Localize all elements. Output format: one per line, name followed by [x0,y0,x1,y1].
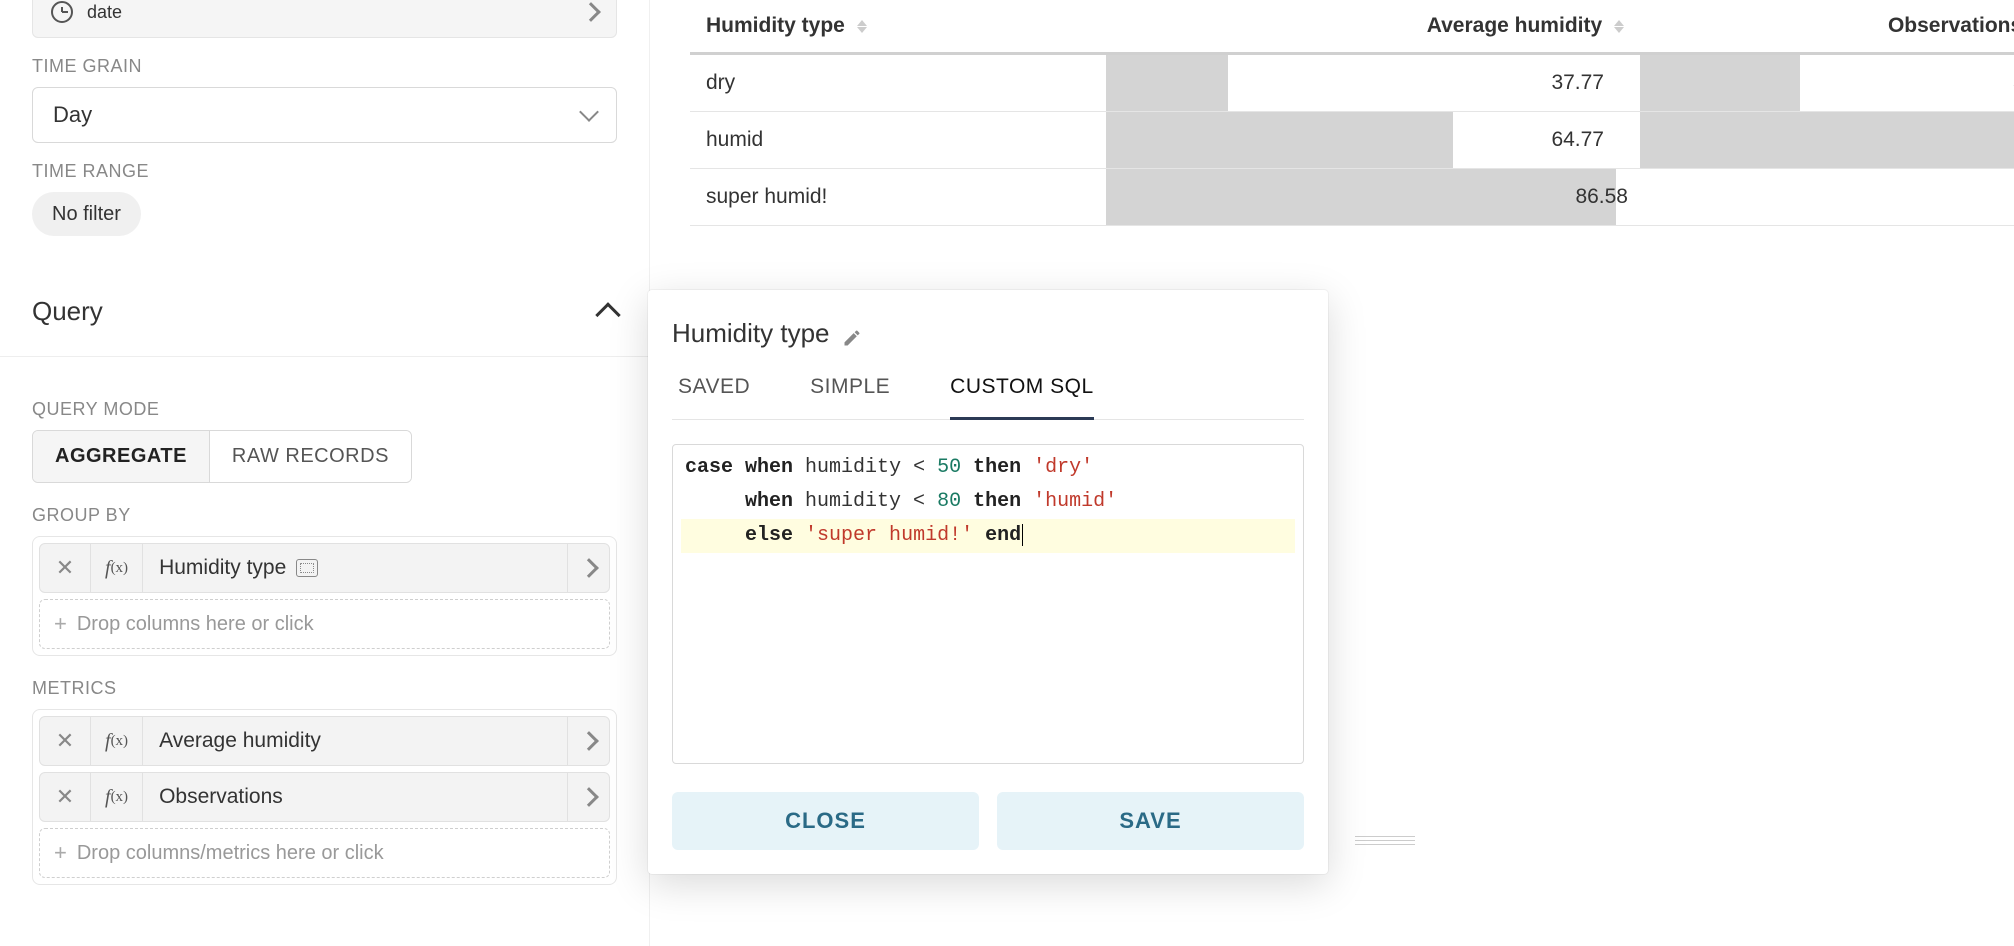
cell-type: dry [690,55,1106,111]
table-row: super humid!86.58174 [690,169,2014,226]
chip-expand[interactable] [567,717,609,765]
popover-actions: CLOSE SAVE [672,792,1304,850]
col-header-type[interactable]: Humidity type [690,0,1106,54]
metrics-list: ✕ f(x) Average humidity ✕ f(x) Observati… [32,709,617,885]
cell-obs: 357 [1640,55,2014,111]
metric-chip-label: Observations [159,785,283,809]
remove-icon[interactable]: ✕ [40,784,90,810]
time-grain-value: Day [53,102,92,128]
time-range-label: TIME RANGE [32,161,617,182]
chip-expand[interactable] [567,544,609,592]
query-mode-toggle: AGGREGATE RAW RECORDS [32,430,412,483]
popover-tabs: SAVED SIMPLE CUSTOM SQL [672,375,1304,420]
time-column-value: date [87,2,122,23]
col-header-avg[interactable]: Average humidity [1106,0,1640,54]
sql-editor[interactable]: case when humidity < 50 then 'dry' when … [672,444,1304,764]
group-by-placeholder: Drop columns here or click [77,613,314,636]
metrics-label: METRICS [32,678,617,699]
popover-title: Humidity type [672,318,830,349]
query-panel-title: Query [32,296,103,327]
chevron-right-icon [581,2,601,22]
fx-icon: f(x) [90,773,143,821]
config-sidebar: date TIME GRAIN Day TIME RANGE No filter… [0,0,650,946]
chevron-up-icon [595,302,620,327]
group-by-dropzone[interactable]: + Drop columns here or click [39,599,610,649]
cell-type: humid [690,112,1106,168]
column-editor-popover: Humidity type SAVED SIMPLE CUSTOM SQL ca… [648,290,1328,874]
chevron-down-icon [579,102,599,122]
plus-icon: + [54,840,67,866]
cell-avg: 37.77 [1106,55,1640,111]
query-mode-aggregate[interactable]: AGGREGATE [33,431,209,482]
plus-icon: + [54,611,67,637]
metrics-placeholder: Drop columns/metrics here or click [77,842,384,865]
col-header-obs[interactable]: Observations [1640,0,2014,54]
group-by-chip-label: Humidity type [159,556,286,580]
remove-icon[interactable]: ✕ [40,728,90,754]
group-by-list: ✕ f(x) Humidity type + Drop columns here… [32,536,617,656]
query-mode-raw[interactable]: RAW RECORDS [209,431,411,482]
table-header-row: Humidity type Average humidity Observati… [690,0,2014,54]
remove-icon[interactable]: ✕ [40,555,90,581]
clock-icon [51,1,73,23]
query-panel-header[interactable]: Query [32,266,617,356]
tab-custom-sql[interactable]: CUSTOM SQL [950,375,1093,420]
tab-simple[interactable]: SIMPLE [810,375,890,419]
tab-saved[interactable]: SAVED [678,375,750,419]
results-table: Humidity type Average humidity Observati… [690,0,2014,226]
query-mode-label: QUERY MODE [32,399,617,420]
metric-chip-label: Average humidity [159,729,321,753]
cell-avg: 86.58 [1106,169,1640,225]
chip-expand[interactable] [567,773,609,821]
metrics-dropzone[interactable]: + Drop columns/metrics here or click [39,828,610,878]
time-grain-label: TIME GRAIN [32,56,617,77]
sort-icon [1614,20,1624,33]
metric-chip[interactable]: ✕ f(x) Observations [39,772,610,822]
time-column-field[interactable]: date [32,0,617,38]
group-by-label: GROUP BY [32,505,617,526]
cell-type: super humid! [690,169,1106,225]
group-by-chip[interactable]: ✕ f(x) Humidity type [39,543,610,593]
sort-icon [857,20,867,33]
fx-icon: f(x) [90,544,143,592]
time-grain-select[interactable]: Day [32,87,617,143]
close-button[interactable]: CLOSE [672,792,979,850]
time-range-value: No filter [52,203,121,226]
cell-obs: 931 [1640,112,2014,168]
resize-handle-icon[interactable] [1350,832,1420,848]
time-range-pill[interactable]: No filter [32,192,141,236]
cell-obs: 174 [1640,169,2014,225]
calc-badge-icon [296,559,318,577]
save-button[interactable]: SAVE [997,792,1304,850]
metric-chip[interactable]: ✕ f(x) Average humidity [39,716,610,766]
table-row: dry37.77357 [690,54,2014,112]
cell-avg: 64.77 [1106,112,1640,168]
table-row: humid64.77931 [690,112,2014,169]
fx-icon: f(x) [90,717,143,765]
results-table-area: Humidity type Average humidity Observati… [690,0,2014,226]
pencil-icon[interactable] [842,324,862,344]
